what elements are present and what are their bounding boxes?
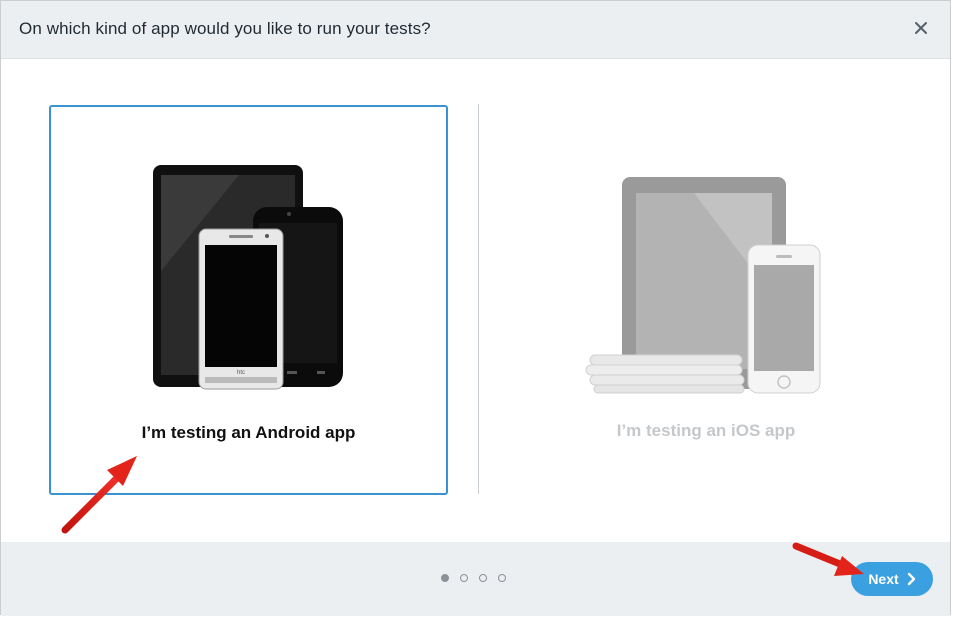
android-option-card[interactable]: htc I’m testing an Android app	[49, 105, 448, 495]
ios-devices-icon	[585, 177, 821, 394]
close-icon	[915, 22, 927, 34]
dialog-content: htc I’m testing an Android app I’m testi…	[1, 58, 950, 542]
options-divider	[478, 104, 479, 494]
test-app-type-dialog: On which kind of app would you like to r…	[0, 0, 951, 616]
pagination-dot-3[interactable]	[479, 574, 487, 582]
pagination-dot-1[interactable]	[441, 574, 449, 582]
android-devices-icon: htc	[153, 165, 343, 390]
chevron-right-icon	[907, 572, 915, 586]
dialog-header: On which kind of app would you like to r…	[1, 1, 950, 59]
pagination-dots	[441, 574, 506, 584]
android-option-label: I’m testing an Android app	[141, 423, 356, 442]
ios-option-card[interactable]: I’m testing an iOS app	[496, 105, 916, 495]
ios-option-label: I’m testing an iOS app	[616, 421, 796, 440]
svg-text:htc: htc	[237, 370, 245, 376]
dialog-footer: Next	[1, 542, 950, 616]
pagination-dot-2[interactable]	[460, 574, 468, 582]
next-button-label: Next	[868, 571, 899, 587]
pagination-dot-4[interactable]	[498, 574, 506, 582]
dialog-title: On which kind of app would you like to r…	[19, 19, 431, 38]
close-button[interactable]	[910, 17, 932, 39]
next-button[interactable]: Next	[851, 562, 933, 596]
